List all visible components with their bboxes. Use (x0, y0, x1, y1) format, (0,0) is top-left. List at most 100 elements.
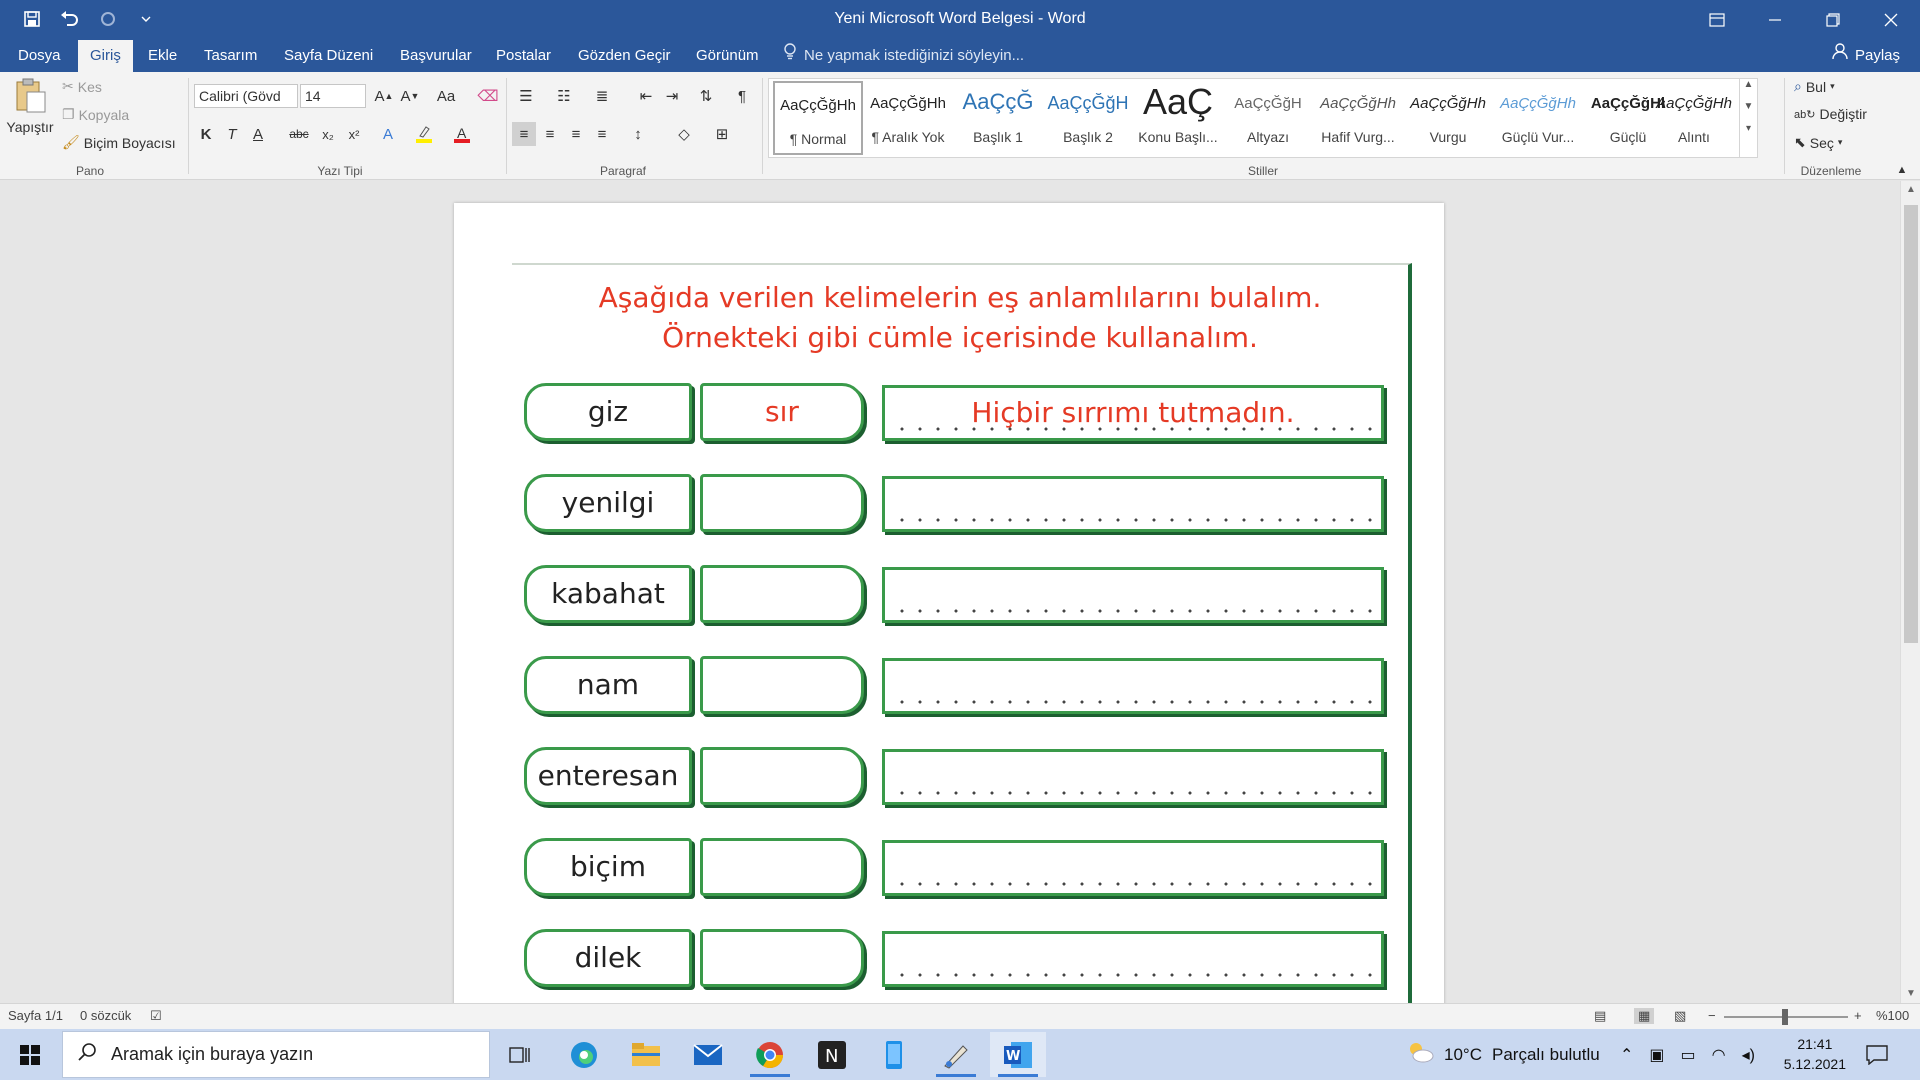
underline-button[interactable]: A (246, 122, 270, 146)
tab-layout[interactable]: Sayfa Düzeni (272, 40, 385, 72)
align-left-icon[interactable]: ≡ (512, 122, 536, 146)
zoom-slider-thumb[interactable] (1782, 1009, 1788, 1025)
highlight-icon[interactable] (412, 122, 436, 146)
task-view-icon[interactable] (492, 1032, 548, 1077)
copy-button[interactable]: ❐ Kopyala (62, 106, 129, 123)
collapse-ribbon-icon[interactable]: ▲ (1890, 158, 1914, 182)
style-subtitle[interactable]: AaÇçĞğH Altyazı (1223, 81, 1313, 155)
bullets-icon[interactable]: ☰ (514, 84, 538, 108)
wifi-icon[interactable]: ◠ (1712, 1045, 1726, 1065)
find-button[interactable]: ⌕ Bul ▾ (1794, 78, 1835, 95)
tab-design[interactable]: Tasarım (192, 40, 269, 72)
style-no-spacing[interactable]: AaÇçĞğHh ¶ Aralık Yok (863, 81, 953, 155)
grow-font-icon[interactable]: A ▲ (372, 84, 396, 108)
justify-icon[interactable]: ≡ (590, 122, 614, 146)
styles-gallery-scroll[interactable]: ▲ ▼ ▾ (1739, 79, 1757, 157)
strikethrough-button[interactable]: abc (284, 122, 314, 146)
replace-button[interactable]: ab↻ Değiştir (1794, 106, 1867, 122)
clock[interactable]: 21:41 5.12.2021 (1784, 1034, 1846, 1074)
weather-widget[interactable]: 10°C Parçalı bulutlu (1406, 1029, 1600, 1080)
style-subtle-emphasis[interactable]: AaÇçĞğHh Hafif Vurg... (1313, 81, 1403, 155)
paste-button[interactable]: Yapıştır (6, 78, 54, 135)
style-emphasis[interactable]: AaÇçĞğHh Vurgu (1403, 81, 1493, 155)
font-size-dropdown[interactable]: 14 (300, 84, 366, 108)
print-layout-icon[interactable]: ▦ (1634, 1008, 1655, 1024)
font-name-dropdown[interactable]: Calibri (Gövd (194, 84, 298, 108)
pilcrow-icon[interactable]: ¶ (730, 84, 754, 108)
decrease-indent-icon[interactable]: ⇤ (634, 84, 658, 108)
paint-icon[interactable] (928, 1032, 984, 1077)
edge-icon[interactable] (556, 1032, 612, 1077)
tab-review[interactable]: Gözden Geçir (566, 40, 683, 72)
tab-insert[interactable]: Ekle (136, 40, 189, 72)
scroll-down-icon[interactable]: ▼ (1901, 985, 1920, 1003)
vertical-scrollbar[interactable]: ▲ ▼ (1900, 181, 1920, 1003)
phone-app-icon[interactable] (866, 1032, 922, 1077)
taskbar-search-box[interactable]: Aramak için buraya yazın (62, 1031, 490, 1078)
subscript-button[interactable]: x₂ (316, 122, 340, 146)
align-right-icon[interactable]: ≡ (564, 122, 588, 146)
tell-me-box[interactable]: Ne yapmak istediğinizi söyleyin... (782, 40, 1024, 72)
style-heading-1[interactable]: AaÇçĞ Başlık 1 (953, 81, 1043, 155)
increase-indent-icon[interactable]: ⇥ (660, 84, 684, 108)
text-effects-icon[interactable]: A (376, 122, 400, 146)
font-color-icon[interactable]: A (450, 122, 474, 146)
chrome-icon[interactable] (742, 1032, 798, 1077)
chevron-up-icon[interactable]: ⌃ (1620, 1045, 1633, 1065)
web-layout-icon[interactable]: ▧ (1674, 1008, 1686, 1024)
style-title[interactable]: AaÇ Konu Başlı... (1133, 81, 1223, 155)
style-quote[interactable]: AaÇçĞğHh Alıntı (1649, 81, 1739, 155)
zoom-level[interactable]: %100 (1876, 1008, 1909, 1023)
notion-icon[interactable]: N (804, 1032, 860, 1077)
clear-formatting-icon[interactable]: ⌫ (476, 84, 500, 108)
numbering-icon[interactable]: ☷ (552, 84, 576, 108)
scroll-thumb[interactable] (1904, 205, 1918, 643)
style-sample: AaÇçĞğH (1047, 93, 1129, 113)
multilevel-list-icon[interactable]: ≣ (590, 84, 614, 108)
align-center-icon[interactable]: ≡ (538, 122, 562, 146)
select-button[interactable]: ⬉ Seç ▾ (1794, 134, 1842, 151)
read-mode-icon[interactable]: ▤ (1594, 1008, 1606, 1024)
shrink-font-icon[interactable]: A ▼ (398, 84, 422, 108)
style-heading-2[interactable]: AaÇçĞğH Başlık 2 (1043, 81, 1133, 155)
zoom-out-icon[interactable]: − (1708, 1008, 1716, 1023)
document-page[interactable]: Aşağıda verilen kelimelerin eş anlamlıla… (454, 203, 1444, 1003)
zoom-in-icon[interactable]: + (1854, 1008, 1862, 1023)
tab-references[interactable]: Başvurular (388, 40, 484, 72)
tab-home[interactable]: Giriş (78, 40, 133, 72)
format-painter-button[interactable]: 🖌 Biçim Boyacısı (62, 134, 176, 151)
ribbon-display-options-icon[interactable] (1688, 0, 1746, 40)
tab-view[interactable]: Görünüm (684, 40, 771, 72)
file-explorer-icon[interactable] (618, 1032, 674, 1077)
battery-icon[interactable]: ▭ (1681, 1045, 1696, 1065)
style-intense-emphasis[interactable]: AaÇçĞğHh Güçlü Vur... (1493, 81, 1583, 155)
notifications-icon[interactable] (1866, 1029, 1888, 1080)
clock-date: 5.12.2021 (1783, 1056, 1846, 1072)
share-button[interactable]: Paylaş (1831, 40, 1900, 72)
superscript-button[interactable]: x² (342, 122, 366, 146)
word-icon[interactable]: W (990, 1032, 1046, 1077)
bold-button[interactable]: K (194, 122, 218, 146)
sort-icon[interactable]: ⇅ (694, 84, 718, 108)
volume-icon[interactable]: ◂) (1742, 1045, 1755, 1065)
page-count[interactable]: Sayfa 1/1 (8, 1008, 63, 1023)
shading-icon[interactable]: ◇ (672, 122, 696, 146)
scroll-up-icon[interactable]: ▲ (1901, 181, 1920, 199)
windows-start-icon[interactable] (0, 1029, 60, 1080)
tab-mailings[interactable]: Postalar (484, 40, 563, 72)
mail-icon[interactable] (680, 1032, 736, 1077)
change-case-button[interactable]: Aa (430, 84, 462, 108)
svg-text:A: A (457, 125, 467, 141)
style-normal[interactable]: AaÇçĞğHh ¶ Normal (773, 81, 863, 155)
close-icon[interactable] (1862, 0, 1920, 40)
tab-file[interactable]: Dosya (6, 40, 73, 72)
italic-button[interactable]: T (220, 122, 244, 146)
minimize-icon[interactable] (1746, 0, 1804, 40)
restore-icon[interactable] (1804, 0, 1862, 40)
word-count[interactable]: 0 sözcük (80, 1008, 131, 1023)
proofing-icon[interactable]: ☑ (150, 1008, 162, 1024)
cut-button[interactable]: ✂ Kes (62, 78, 102, 95)
line-spacing-icon[interactable]: ↕ (626, 122, 650, 146)
meet-now-icon[interactable]: ▣ (1649, 1045, 1664, 1065)
borders-icon[interactable]: ⊞ (710, 122, 734, 146)
